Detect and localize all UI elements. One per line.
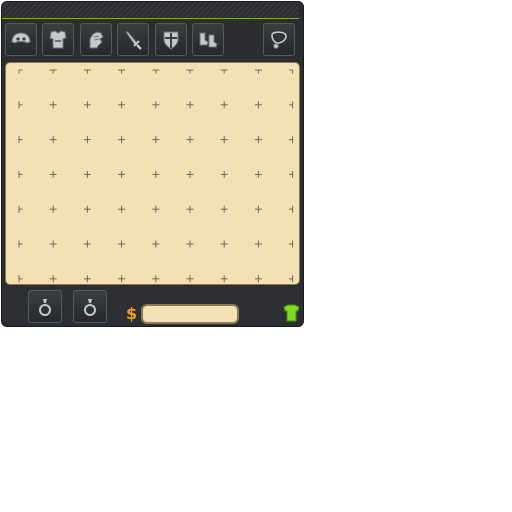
grid-cell-marker <box>83 240 91 248</box>
grid-cell-marker <box>186 170 194 178</box>
grid-cell-marker <box>83 101 91 109</box>
shirt-icon[interactable] <box>283 304 300 322</box>
grid-cell-marker <box>118 240 126 248</box>
shield-slot[interactable] <box>155 23 187 56</box>
grid-cell-marker <box>152 69 160 74</box>
grid-cell-marker <box>186 136 194 144</box>
ring-icon <box>39 298 51 316</box>
helmet-icon <box>11 31 31 44</box>
grid-cell-marker <box>152 240 160 248</box>
boots-icon <box>199 32 218 47</box>
grid-cell-marker <box>254 170 262 178</box>
grid-cell-marker <box>254 240 262 248</box>
grid-cell-marker <box>18 205 23 213</box>
grid-cell-marker <box>18 275 23 283</box>
amulet-slot[interactable] <box>263 23 295 56</box>
grid-cell-marker <box>289 240 294 248</box>
grid-cell-marker <box>186 275 194 283</box>
grid-cell-marker <box>49 136 57 144</box>
grid-cell-marker <box>83 69 91 74</box>
grid-cell-marker <box>254 136 262 144</box>
grid-cell-marker <box>49 170 57 178</box>
grid-cell-marker <box>49 101 57 109</box>
grid-cell-marker <box>118 170 126 178</box>
grid-cell-marker <box>289 69 294 74</box>
grid-cell-marker <box>254 69 262 74</box>
grid-cell-marker <box>118 69 126 74</box>
grid-cell-marker <box>220 170 228 178</box>
grid-cell-marker <box>118 275 126 283</box>
helmet-slot[interactable] <box>5 23 37 56</box>
grid-cell-marker <box>18 170 23 178</box>
grid-cell-marker <box>220 205 228 213</box>
grid-cell-marker <box>220 240 228 248</box>
grid-cell-marker <box>83 275 91 283</box>
grid-cell-marker <box>254 275 262 283</box>
grid-cell-marker <box>254 205 262 213</box>
grid-cell-marker <box>18 136 23 144</box>
grid-cell-marker <box>289 205 294 213</box>
shield-icon <box>163 31 179 50</box>
weapon-slot[interactable] <box>117 23 149 56</box>
grid-cell-marker <box>152 136 160 144</box>
grid-cell-marker <box>186 69 194 74</box>
grid-cell-marker <box>220 69 228 74</box>
grid-cell-marker <box>220 101 228 109</box>
sword-icon <box>125 31 142 50</box>
inventory-titlebar[interactable] <box>2 2 299 19</box>
grid-cell-marker <box>118 205 126 213</box>
grid-cell-marker <box>118 101 126 109</box>
grid-cell-marker <box>289 275 294 283</box>
gold-amount-field <box>141 304 239 324</box>
grid-cell-marker <box>152 101 160 109</box>
grid-cell-marker <box>49 275 57 283</box>
grid-cell-marker <box>254 101 262 109</box>
grid-cell-marker <box>18 69 23 74</box>
armor-slot[interactable] <box>42 23 74 56</box>
ring-slot-right[interactable] <box>73 290 107 323</box>
grid-cell-marker <box>49 240 57 248</box>
grid-cell-marker <box>289 136 294 144</box>
grid-cell-marker <box>152 205 160 213</box>
grid-cell-marker <box>18 240 23 248</box>
grid-cell-marker <box>18 101 23 109</box>
grid-cell-marker <box>186 205 194 213</box>
grid-cell-marker <box>220 136 228 144</box>
grid-cell-marker <box>289 170 294 178</box>
armor-icon <box>49 29 67 48</box>
grid-cell-marker <box>220 275 228 283</box>
grid-cell-marker <box>186 101 194 109</box>
boots-slot[interactable] <box>192 23 224 56</box>
ring-slot-left[interactable] <box>28 290 62 323</box>
inventory-grid[interactable] <box>5 62 300 285</box>
amulet-icon <box>271 30 287 49</box>
ring-icon <box>84 298 96 316</box>
grid-cell-marker <box>152 170 160 178</box>
grid-cell-marker <box>289 101 294 109</box>
grid-cell-marker <box>152 275 160 283</box>
gloves-icon <box>89 30 104 48</box>
grid-cell-marker <box>83 136 91 144</box>
gloves-slot[interactable] <box>80 23 112 56</box>
grid-cell-marker <box>186 240 194 248</box>
grid-cell-marker <box>83 170 91 178</box>
grid-cell-marker <box>118 136 126 144</box>
grid-cell-marker <box>83 205 91 213</box>
gold-currency-icon: $ <box>126 304 138 323</box>
inventory-grid-cells <box>18 69 294 283</box>
grid-cell-marker <box>49 69 57 74</box>
grid-cell-marker <box>49 205 57 213</box>
